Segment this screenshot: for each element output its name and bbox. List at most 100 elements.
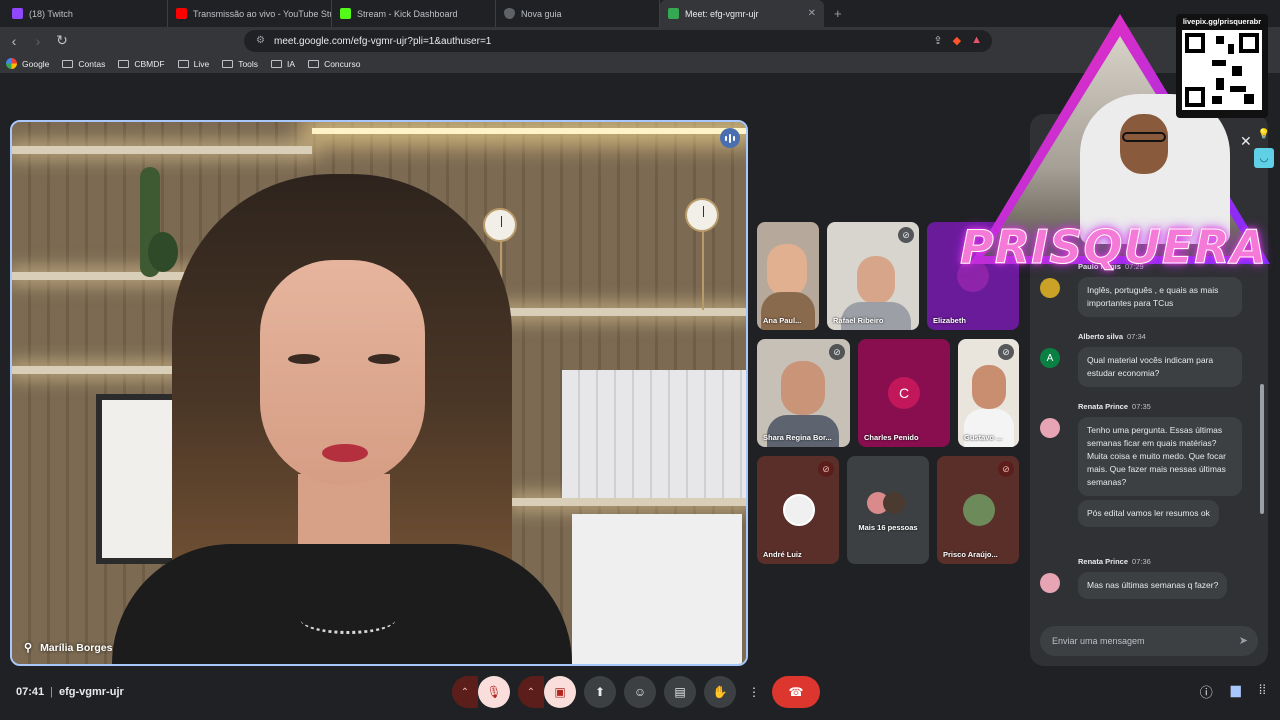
send-icon[interactable]: ➤ [1239,634,1248,647]
clock-stand [702,230,704,310]
mic-off-icon: ⊘ [829,344,845,360]
tab-title: Stream - Kick Dashboard [357,8,458,19]
chat-icon[interactable]: ▆ [1231,682,1241,701]
emoji-button[interactable]: ☺ [624,676,656,708]
close-tab-icon[interactable]: ✕ [808,8,816,19]
forward-icon[interactable]: › [28,33,48,49]
raise-hand-button[interactable]: ✋ [704,676,736,708]
eye [288,354,320,364]
chat-message-input[interactable]: Enviar uma mensagem ➤ [1040,626,1258,656]
url-text: meet.google.com/efg-vgmr-ujr?pli=1&authu… [274,35,492,47]
tab-new[interactable]: Nova guia [496,0,660,27]
bookmark-label: Contas [78,58,106,69]
participant-tile[interactable]: Ana Paul... [757,222,819,330]
livepix-qr-card: livepix.gg/prisquerabr [1176,14,1268,118]
participant-tile[interactable]: ⊘ Prisco Araújo... [937,456,1019,564]
speaker-name: Marília Borges [40,641,113,654]
shelf [512,498,746,506]
lips [322,444,368,462]
bookmark-label: Live [193,58,210,69]
participant-name: Ana Paul... [763,316,802,325]
mic-off-icon: ⊘ [998,461,1014,477]
more-participants-tile[interactable]: Mais 16 pessoas [847,456,929,564]
participant-video [857,256,895,304]
speaker-video [112,174,572,664]
avatar [883,492,905,514]
livepix-url: livepix.gg/prisquerabr [1182,17,1262,26]
share-icon[interactable]: ⇪ [933,34,942,47]
participant-video [781,361,825,415]
address-bar[interactable]: ⚙ meet.google.com/efg-vgmr-ujr?pli=1&aut… [244,30,992,52]
google-icon [6,58,17,69]
avatar: C [888,377,920,409]
back-icon[interactable]: ‹ [4,33,24,49]
reload-icon[interactable]: ↻ [52,32,72,49]
chat-scrollbar[interactable] [1260,384,1264,514]
mic-toggle-button[interactable]: 🎙 [478,676,510,708]
bookmark-label: Concurso [324,58,361,69]
binders [572,514,742,664]
bookmark-contas[interactable]: Contas [62,59,105,69]
info-icon[interactable]: ⓘ [1200,682,1213,701]
tab-title: (18) Twitch [29,8,73,19]
new-tab-icon[interactable]: + [834,6,842,21]
captions-icon: ▤ [674,685,686,699]
bookmark-label: IA [287,58,296,69]
chat-bubble: Qual material vocês indicam para estudar… [1078,347,1242,387]
shelf [12,146,312,154]
bookmark-concurso[interactable]: Concurso [308,59,360,69]
books [562,370,746,498]
folder-icon [271,59,283,68]
close-icon[interactable]: ✕ [1240,133,1252,150]
site-info-icon[interactable]: ⚙ [256,35,265,46]
lightbulb-icon[interactable]: 💡 [1254,124,1274,144]
streamer-brand-logo: PRISQUERA [960,220,1268,275]
participant-video [972,365,1006,409]
captions-button[interactable]: ▤ [664,676,696,708]
mic-off-icon: ⊘ [898,227,914,243]
folder-icon [308,59,320,68]
participant-tile[interactable]: C Charles Penido [858,339,950,447]
folder-icon [222,59,234,68]
participant-tile[interactable]: ⊘ Rafael Ribeiro [827,222,919,330]
participant-video [767,415,839,447]
bookmark-ia[interactable]: IA [271,59,295,69]
bookmark-google[interactable]: Google [6,58,49,69]
bookmark-tools[interactable]: Tools [222,59,258,69]
chat-sender: Renata Prince 07:35 [1078,402,1151,411]
kick-icon [340,8,351,19]
necklace [300,604,396,634]
tab-twitch[interactable]: (18) Twitch [4,0,168,27]
camera-toggle-button[interactable]: ▣ [544,676,576,708]
more-options-button[interactable]: ⋮ [744,676,764,708]
chat-input-placeholder: Enviar uma mensagem [1052,636,1145,646]
meeting-time: 07:41 [16,686,45,698]
present-button[interactable]: ⬆ [584,676,616,708]
profile-photo [783,494,815,526]
tab-youtube-studio[interactable]: Transmissão ao vivo - YouTube Studio [168,0,332,27]
participant-tile[interactable]: ⊘ Shara Regina Bor... [757,339,850,447]
audio-options-button[interactable]: ⌃ [452,676,478,708]
video-options-button[interactable]: ⌃ [518,676,544,708]
youtube-icon [176,8,187,19]
smile-icon[interactable]: ◡ [1254,148,1274,168]
participant-tile[interactable]: ⊘ Gustavo ... [958,339,1019,447]
chat-message: Renata Prince 07:36 Mas nas últimas seman… [1040,557,1260,599]
tab-kick[interactable]: Stream - Kick Dashboard [332,0,496,27]
chat-bubble: Tenho uma pergunta. Essas últimas semana… [1078,417,1242,496]
participant-name: Rafael Ribeiro [833,316,884,325]
tab-meet[interactable]: Meet: efg-vgmr-ujr ✕ [660,0,824,27]
end-call-button[interactable]: ☎ [772,676,820,708]
participant-name: André Luiz [763,550,802,559]
speaker-name-label: ⚲ Marília Borges [24,641,113,655]
bookmark-cbmdf[interactable]: CBMDF [118,59,165,69]
folder-icon [118,59,130,68]
bookmark-live[interactable]: Live [177,58,210,69]
pin-icon[interactable]: ⚲ [24,641,32,654]
tab-title: Transmissão ao vivo - YouTube Studio [193,8,332,19]
chat-bubble: Inglês, português , e quais as mais impo… [1078,277,1242,317]
main-speaker-tile[interactable]: ⚲ Marília Borges [10,120,748,666]
participant-tile[interactable]: ⊘ André Luiz [757,456,839,564]
activities-icon[interactable]: ⁞⁞ [1259,682,1266,701]
more-participants-label: Mais 16 pessoas [858,523,918,532]
